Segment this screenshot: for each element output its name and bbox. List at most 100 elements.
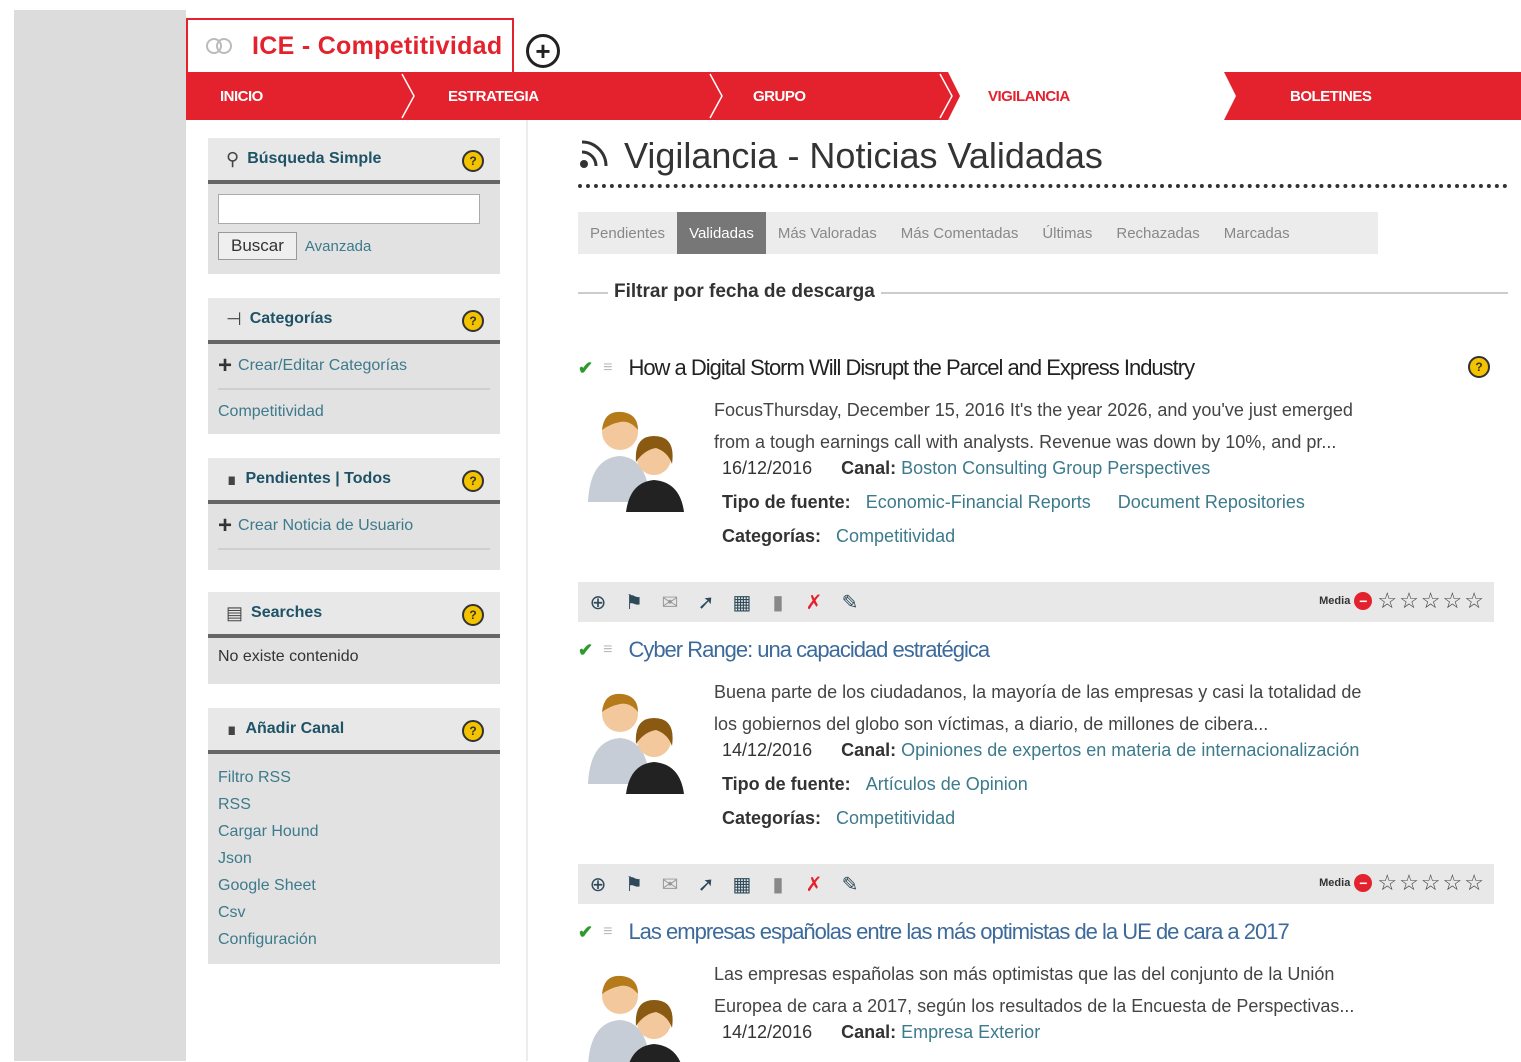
tag-icon[interactable]: ⚑ xyxy=(620,588,648,616)
category-link[interactable]: Competitividad xyxy=(836,526,955,546)
searches-box-header: ▤ Searches ? xyxy=(208,592,500,638)
book-icon[interactable]: ▦ xyxy=(728,870,756,898)
app-tab[interactable]: ICE - Competitividad xyxy=(186,18,514,72)
source-type-link[interactable]: Document Repositories xyxy=(1118,492,1305,512)
no-rating-icon[interactable]: − xyxy=(1354,874,1373,892)
add-channel-box-title: Añadir Canal xyxy=(245,720,345,737)
comments-icon[interactable]: ✉ xyxy=(656,870,684,898)
star-icon[interactable]: ☆ xyxy=(1399,872,1419,894)
searches-box-body: No existe contenido xyxy=(208,638,500,678)
star-icon[interactable]: ☆ xyxy=(1421,590,1441,612)
channel-link[interactable]: Boston Consulting Group Perspectives xyxy=(901,458,1210,478)
bookmark-icon[interactable]: ▮ xyxy=(764,588,792,616)
nav-separator-icon xyxy=(939,73,953,119)
tab-validadas[interactable]: Validadas xyxy=(677,212,766,254)
nav-item-estrategia[interactable]: ESTRATEGIA xyxy=(448,72,539,120)
advanced-search-link[interactable]: Avanzada xyxy=(305,238,371,255)
star-icon[interactable]: ☆ xyxy=(1464,872,1484,894)
channel-item-json[interactable]: Json xyxy=(218,845,490,872)
news-source-types: Tipo de fuente: Artículos de Opinion xyxy=(722,774,1028,795)
searches-box-title: Searches xyxy=(251,604,323,621)
channel-link[interactable]: Opiniones de expertos en materia de inte… xyxy=(901,740,1359,760)
news-body: FocusThursday, December 15, 2016 It's th… xyxy=(578,388,1508,578)
reject-icon[interactable]: ✗ xyxy=(800,870,828,898)
nav-item-boletines[interactable]: BOLETINES xyxy=(1290,72,1372,120)
add-circle-icon[interactable]: ⊕ xyxy=(584,588,612,616)
news-title[interactable]: How a Digital Storm Will Disrupt the Par… xyxy=(628,355,1195,381)
search-input[interactable] xyxy=(218,194,480,224)
help-icon[interactable]: ? xyxy=(462,310,484,332)
plus-icon: + xyxy=(218,512,233,539)
add-channel-box-body: Filtro RSS RSS Cargar Hound Json Google … xyxy=(208,754,500,965)
drag-handle-icon[interactable]: ≡ xyxy=(603,923,612,941)
edit-icon[interactable]: ✎ xyxy=(836,588,864,616)
pending-box-title[interactable]: Pendientes | Todos xyxy=(245,470,391,488)
news-summary-line: FocusThursday, December 15, 2016 It's th… xyxy=(714,400,1353,420)
news-title[interactable]: Cyber Range: una capacidad estratégica xyxy=(628,637,990,663)
edit-icon[interactable]: ✎ xyxy=(836,870,864,898)
news-body: Buena parte de los ciudadanos, la mayorí… xyxy=(578,670,1508,860)
rss-icon: ∎ xyxy=(226,718,238,739)
star-icon[interactable]: ☆ xyxy=(1399,590,1419,612)
star-icon[interactable]: ☆ xyxy=(1421,872,1441,894)
news-source-types: Tipo de fuente: Economic-Financial Repor… xyxy=(722,492,1305,513)
drag-handle-icon[interactable]: ≡ xyxy=(603,359,612,377)
add-circle-icon[interactable]: ⊕ xyxy=(584,870,612,898)
help-icon[interactable]: ? xyxy=(462,604,484,626)
star-icon[interactable]: ☆ xyxy=(1377,590,1397,612)
category-item[interactable]: Competitividad xyxy=(218,398,490,425)
edit-categories-link[interactable]: + Crear/Editar Categorías xyxy=(218,354,490,390)
channel-item-rss-filter[interactable]: Filtro RSS xyxy=(218,764,490,791)
news-toolbar: ⊕ ⚑ ✉ ➚ ▦ ▮ ✗ ✎ Media − ☆ ☆ ☆ ☆ ☆ xyxy=(578,582,1494,622)
nav-item-inicio[interactable]: INICIO xyxy=(220,72,263,120)
news-date-channel: 14/12/2016 Canal: Opiniones de expertos … xyxy=(722,740,1359,761)
channel-item-csv[interactable]: Csv xyxy=(218,899,490,926)
news-summary-line: Buena parte de los ciudadanos, la mayorí… xyxy=(714,682,1362,702)
pin-icon[interactable]: ➚ xyxy=(692,588,720,616)
channel-item-google-sheet[interactable]: Google Sheet xyxy=(218,872,490,899)
news-title[interactable]: Las empresas españolas entre las más opt… xyxy=(628,919,1289,945)
bookmark-icon[interactable]: ▮ xyxy=(764,870,792,898)
news-summary: Las empresas españolas son más optimista… xyxy=(714,958,1454,1022)
tab-marcadas[interactable]: Marcadas xyxy=(1212,212,1302,254)
star-icon[interactable]: ☆ xyxy=(1464,590,1484,612)
source-type-link[interactable]: Economic-Financial Reports xyxy=(866,492,1091,512)
tag-icon[interactable]: ⚑ xyxy=(620,870,648,898)
help-icon[interactable]: ? xyxy=(462,720,484,742)
star-icon[interactable]: ☆ xyxy=(1377,872,1397,894)
date-filter[interactable]: Filtrar por fecha de descarga xyxy=(578,274,1508,310)
help-icon[interactable]: ? xyxy=(462,150,484,172)
drag-handle-icon[interactable]: ≡ xyxy=(603,641,612,659)
channel-item-configuration[interactable]: Configuración xyxy=(218,926,490,953)
tab-mas-comentadas[interactable]: Más Comentadas xyxy=(889,212,1031,254)
categories-label: Categorías: xyxy=(722,808,822,828)
nav-item-vigilancia[interactable]: VIGILANCIA xyxy=(988,72,1070,120)
help-icon[interactable]: ? xyxy=(462,470,484,492)
comments-icon[interactable]: ✉ xyxy=(656,588,684,616)
tab-rechazadas[interactable]: Rechazadas xyxy=(1104,212,1211,254)
channel-item-rss[interactable]: RSS xyxy=(218,791,490,818)
create-user-news-link[interactable]: + Crear Noticia de Usuario xyxy=(218,514,490,550)
search-button[interactable]: Buscar xyxy=(218,232,297,260)
channel-label: Canal: xyxy=(841,740,897,760)
star-icon[interactable]: ☆ xyxy=(1443,590,1463,612)
pin-icon[interactable]: ➚ xyxy=(692,870,720,898)
tab-ultimas[interactable]: Últimas xyxy=(1030,212,1104,254)
help-icon[interactable]: ? xyxy=(1468,356,1490,378)
tab-mas-valoradas[interactable]: Más Valoradas xyxy=(766,212,889,254)
add-tab-button[interactable]: + xyxy=(526,34,560,68)
book-icon[interactable]: ▦ xyxy=(728,588,756,616)
check-icon: ✔ xyxy=(578,357,594,378)
source-type-label: Tipo de fuente: xyxy=(722,492,851,512)
nav-item-grupo[interactable]: GRUPO xyxy=(753,72,806,120)
no-rating-icon[interactable]: − xyxy=(1354,592,1373,610)
rss-icon xyxy=(578,134,614,179)
app-window: ICE - Competitividad + INICIO ESTRATEGIA… xyxy=(186,10,1521,1062)
channel-item-hound[interactable]: Cargar Hound xyxy=(218,818,490,845)
category-link[interactable]: Competitividad xyxy=(836,808,955,828)
reject-icon[interactable]: ✗ xyxy=(800,588,828,616)
source-type-link[interactable]: Artículos de Opinion xyxy=(866,774,1028,794)
star-icon[interactable]: ☆ xyxy=(1443,872,1463,894)
tab-pendientes[interactable]: Pendientes xyxy=(578,212,677,254)
channel-link[interactable]: Empresa Exterior xyxy=(901,1022,1040,1042)
